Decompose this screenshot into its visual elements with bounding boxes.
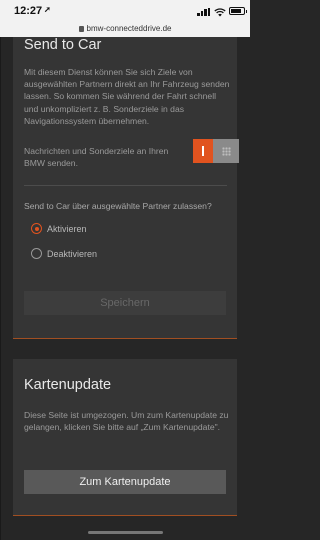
partner-question: Send to Car über ausgewählte Partner zul… [24, 201, 212, 211]
grip-icon [222, 147, 231, 156]
url-bar[interactable]: bmw-connecteddrive.de [0, 22, 250, 37]
radio-button[interactable] [31, 248, 42, 259]
map-update-button[interactable]: Zum Kartenupdate [24, 470, 226, 494]
wifi-icon [214, 8, 226, 17]
radio-button-checked[interactable] [31, 223, 42, 234]
map-update-card: Kartenupdate Diese Seite ist umgezogen. … [13, 359, 237, 516]
map-update-title: Kartenupdate [24, 377, 112, 393]
toggle-label: Nachrichten und Sonderziele an Ihren BMW… [24, 146, 169, 169]
battery-icon [229, 7, 247, 15]
status-time: 12:27 [14, 5, 43, 17]
radio-deactivate-label: Deaktivieren [47, 249, 98, 259]
page-edge [0, 37, 1, 540]
send-to-car-description: Mit diesem Dienst können Sie sich Ziele … [24, 67, 230, 126]
map-update-description: Diese Seite ist umgezogen. Um zum Karten… [24, 410, 229, 433]
location-arrow-icon: ➚ [44, 5, 51, 14]
save-button[interactable]: Speichern [24, 291, 226, 315]
toggle-on-indicator [193, 139, 213, 163]
home-indicator [88, 531, 163, 534]
radio-activate-label: Aktivieren [47, 224, 87, 234]
send-to-car-toggle[interactable] [193, 139, 239, 163]
url-text: bmw-connecteddrive.de [86, 24, 172, 33]
send-to-car-title: Send to Car [24, 37, 102, 53]
lock-icon [78, 26, 84, 32]
status-bar: 12:27 ➚ [0, 0, 250, 22]
toggle-knob[interactable] [213, 139, 239, 163]
send-to-car-card: Send to Car Mit diesem Dienst können Sie… [13, 37, 239, 339]
cellular-signal-icon [197, 8, 211, 16]
divider [24, 185, 227, 186]
